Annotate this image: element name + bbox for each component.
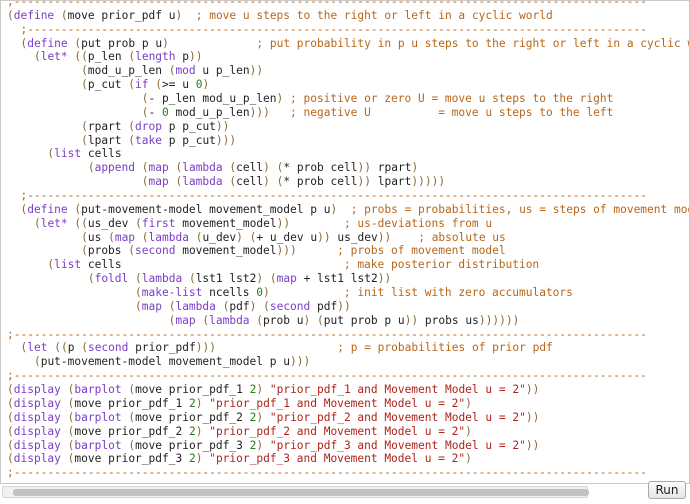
code-line: (foldl (lambda (lst1 lst2) (map + lst1 l… bbox=[87, 272, 392, 286]
code-line: (make-list ncells 0) ; init list with ze… bbox=[134, 286, 573, 300]
code-line: ;---------------------------------------… bbox=[7, 0, 647, 8]
code-line: (let ((p (second prior_pdf))) ; p = prob… bbox=[20, 341, 553, 355]
code-line: (define (put-movement-model movement_mod… bbox=[20, 202, 690, 216]
code-line: (define (put prob p u) ; put probability… bbox=[20, 36, 690, 50]
code-line: (define (move prior_pdf u) ; move u step… bbox=[7, 8, 553, 22]
code-line: (append (map (lambda (cell) (* prob cell… bbox=[87, 161, 419, 175]
code-line: (display (move prior_pdf_3 2) "prior_pdf… bbox=[7, 452, 472, 466]
code-editor[interactable]: ;---------------------------------------… bbox=[0, 0, 690, 484]
code-line: (- p_len mod_u_p_len) ; positive or zero… bbox=[141, 92, 614, 106]
code-line: (rpart (drop p p_cut)) bbox=[81, 119, 230, 133]
code-line: (map (lambda (cell) (* prob cell)) lpart… bbox=[141, 175, 446, 189]
code-line: (lpart (take p p_cut))) bbox=[81, 133, 237, 147]
code-line: (mod_u_p_len (mod u p_len)) bbox=[81, 64, 264, 78]
code-line: (display (move prior_pdf_1 2) "prior_pdf… bbox=[7, 396, 472, 410]
code-line: (p_cut (if (>= u 0) bbox=[81, 78, 210, 92]
code-line: (map (lambda (prob u) (put prob p u)) pr… bbox=[168, 313, 520, 327]
code-line: (display (barplot (move prior_pdf_3 2) "… bbox=[7, 438, 540, 452]
code-line: ;---------------------------------------… bbox=[7, 466, 647, 480]
code-line: (display (move prior_pdf_2 2) "prior_pdf… bbox=[7, 424, 472, 438]
run-button[interactable]: Run bbox=[648, 481, 686, 499]
code-line: (map (lambda (pdf) (second pdf)) bbox=[134, 299, 351, 313]
code-line: (display (barplot (move prior_pdf_1 2) "… bbox=[7, 383, 540, 397]
scrollbar-thumb[interactable] bbox=[13, 489, 589, 496]
horizontal-scrollbar[interactable] bbox=[2, 486, 589, 498]
code-line: (list cells ; make posterior distributio… bbox=[47, 258, 540, 272]
code-line: (display (barplot (move prior_pdf_2 2) "… bbox=[7, 410, 540, 424]
code-line: ;---------------------------------------… bbox=[7, 369, 647, 383]
code-line: (put-movement-model movement_model p u))… bbox=[33, 355, 311, 369]
code-text[interactable]: ;---------------------------------------… bbox=[7, 0, 690, 480]
code-line: (us (map (lambda (u_dev) (+ u_dev u)) us… bbox=[81, 230, 506, 244]
code-line: (- 0 mod_u_p_len))) ; negative U = move … bbox=[141, 105, 614, 119]
code-line: ;---------------------------------------… bbox=[7, 327, 647, 341]
code-line: (list cells bbox=[47, 147, 122, 161]
code-line: ;---------------------------------------… bbox=[20, 22, 647, 36]
code-line: (let* ((p_len (length p)) bbox=[33, 50, 203, 64]
code-line: ;---------------------------------------… bbox=[20, 189, 647, 203]
code-line: (let* ((us_dev (first movement_model)) ;… bbox=[33, 216, 493, 230]
code-line: (probs (second movement_model))) ; probs… bbox=[81, 244, 506, 258]
